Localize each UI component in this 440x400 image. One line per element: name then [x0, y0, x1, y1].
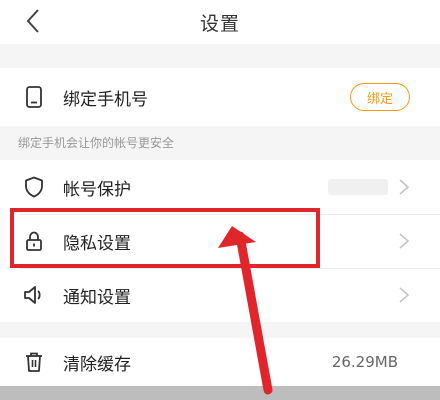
settings-list: 帐号保护 隐私设置 通知设置	[0, 160, 440, 322]
bind-phone-section: 绑定手机号 绑定	[0, 68, 440, 126]
settings-item-label: 帐号保护	[63, 179, 131, 200]
shield-icon	[22, 175, 46, 199]
back-button[interactable]	[18, 4, 48, 38]
settings-item-label: 通知设置	[63, 287, 131, 308]
bottom-bar	[0, 386, 440, 400]
clear-cache-label: 清除缓存	[63, 354, 131, 375]
settings-item-label: 隐私设置	[63, 233, 131, 254]
chevron-right-icon	[399, 287, 410, 303]
settings-item-notifications[interactable]: 通知设置	[0, 268, 440, 322]
settings-item-privacy[interactable]: 隐私设置	[0, 214, 440, 268]
clear-cache-row[interactable]: 清除缓存 26.29MB	[0, 338, 440, 386]
back-arrow-icon	[26, 9, 39, 33]
bind-phone-label: 绑定手机号	[63, 89, 148, 110]
security-hint: 绑定手机会让你的帐号更安全	[18, 136, 175, 150]
bind-phone-row[interactable]: 绑定手机号 绑定	[0, 68, 440, 126]
chevron-right-icon	[399, 179, 410, 195]
cache-section: 清除缓存 26.29MB	[0, 338, 440, 386]
settings-screen: 设置 绑定手机号 绑定 绑定手机会让你的帐号更安全 帐号保护 隐私设置 通知设置…	[0, 0, 440, 400]
page-title: 设置	[199, 12, 240, 35]
cache-size-value: 26.29MB	[331, 353, 398, 371]
bind-button[interactable]: 绑定	[350, 83, 410, 111]
lock-icon	[22, 229, 46, 253]
chevron-right-icon	[399, 233, 410, 249]
settings-item-account-protection[interactable]: 帐号保护	[0, 160, 440, 214]
masked-account-value	[328, 179, 388, 195]
trash-icon	[22, 350, 46, 374]
speaker-icon	[22, 283, 46, 307]
header: 设置	[0, 0, 440, 44]
phone-icon	[22, 85, 46, 109]
